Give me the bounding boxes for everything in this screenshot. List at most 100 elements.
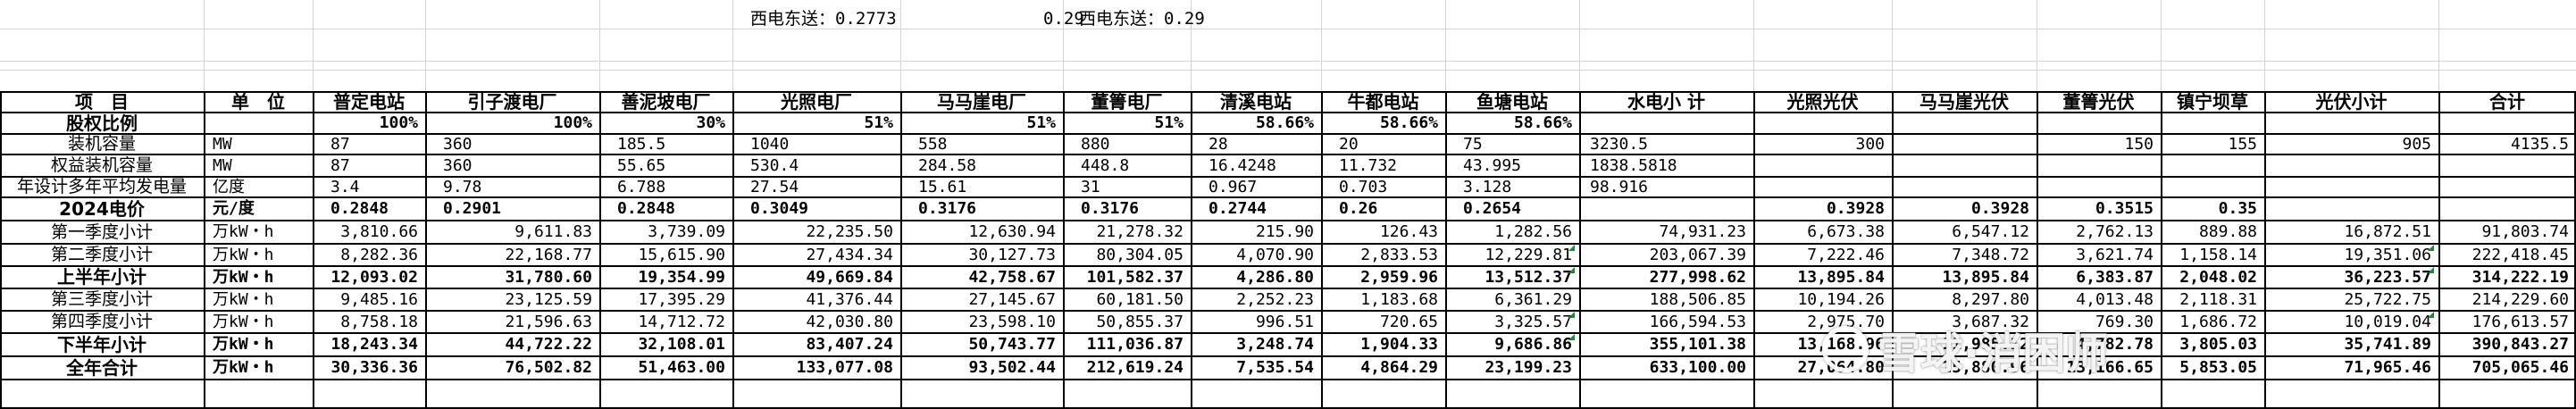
value-cell: 6,361.29 <box>1494 290 1572 309</box>
value-cell: 83,407.24 <box>806 335 893 354</box>
table-col-border <box>204 91 205 409</box>
value-cell: 530.4 <box>750 156 799 175</box>
value-cell: 11.732 <box>1339 156 1398 175</box>
value-cell <box>2162 154 2257 177</box>
value-cell: 3,739.09 <box>648 222 725 241</box>
row-label: 下半年小计 <box>57 334 146 355</box>
value-cell <box>2266 197 2431 221</box>
value-cell <box>2266 177 2431 197</box>
value-cell: 633,100.00 <box>1649 358 1746 377</box>
value-cell: 300 <box>1855 135 1885 154</box>
value-cell: 0.2744 <box>1209 199 1267 218</box>
value-cell: 2,975.70 <box>1807 313 1885 331</box>
value-cell: 50,743.77 <box>968 335 1056 354</box>
value-cell: 188,506.85 <box>1649 290 1746 309</box>
value-cell <box>2162 113 2257 134</box>
row-label: 第一季度小计 <box>50 222 153 242</box>
value-cell: 222,418.45 <box>2471 246 2569 264</box>
value-cell: 13,895.84 <box>1797 268 1885 287</box>
value-cell: 111,036.87 <box>1086 335 1183 354</box>
value-cell: 100% <box>553 113 592 132</box>
value-cell: 60,181.50 <box>1096 290 1183 309</box>
value-cell: 133,077.08 <box>796 358 893 377</box>
value-cell <box>2440 154 2569 177</box>
value-cell: 98.916 <box>1590 178 1649 196</box>
header-cell: 普定电站 <box>333 91 405 113</box>
value-cell: 30,127.73 <box>968 246 1056 264</box>
value-cell: 22,235.50 <box>806 222 893 241</box>
value-cell: 21,596.63 <box>505 313 592 331</box>
value-cell: 27,145.67 <box>968 290 1056 309</box>
header-cell: 牛都电站 <box>1347 91 1419 113</box>
header-cell: 引子渡电厂 <box>467 91 557 113</box>
value-cell: 50,855.37 <box>1096 313 1183 331</box>
row-label: 年设计多年平均发电量 <box>16 177 187 196</box>
value-cell: 10,019.04 <box>2344 313 2431 331</box>
value-cell: 9.78 <box>443 178 482 196</box>
value-cell: 18,243.34 <box>330 335 418 354</box>
header-cell: 马马崖光伏 <box>1919 91 2009 113</box>
value-cell <box>1894 177 2029 197</box>
value-cell <box>2266 154 2431 177</box>
value-cell: 360 <box>443 156 473 175</box>
value-cell: 4135.5 <box>2510 135 2569 154</box>
value-cell: 284.58 <box>918 156 977 175</box>
value-cell: 25,880.96 <box>1942 358 2029 377</box>
header-cell: 镇宁坝草 <box>2177 91 2248 113</box>
value-cell: 36,223.57 <box>2344 268 2431 287</box>
value-cell: 3.4 <box>330 178 360 196</box>
value-cell: 23,125.59 <box>505 290 592 309</box>
value-cell: 905 <box>2402 135 2431 154</box>
value-cell: 101,582.37 <box>1086 268 1183 287</box>
header-cell: 清溪电站 <box>1220 91 1292 113</box>
value-cell: 0.3049 <box>750 199 809 218</box>
value-cell: 1,282.56 <box>1494 222 1572 241</box>
value-cell: 21,278.32 <box>1096 222 1183 241</box>
unit-cell: 万kW・h <box>213 358 274 377</box>
value-cell: 19,351.06 <box>2344 246 2431 264</box>
value-cell: 10,194.26 <box>1797 290 1885 309</box>
header-cell: 光伏小计 <box>2315 91 2388 113</box>
value-cell <box>1581 113 1746 134</box>
cell-indicator-icon <box>1568 267 1575 273</box>
value-cell <box>1755 113 1885 134</box>
value-cell: 0.35 <box>2218 199 2257 218</box>
value-cell: 6,383.87 <box>2076 268 2154 287</box>
value-cell: 355,101.38 <box>1649 335 1746 354</box>
value-cell: 3,810.66 <box>340 222 418 241</box>
row-label: 第三季度小计 <box>50 289 153 309</box>
value-cell: 2,959.96 <box>1360 268 1438 287</box>
value-cell: 91,803.74 <box>2481 222 2569 241</box>
value-cell: 0.3176 <box>918 199 977 218</box>
value-cell: 390,843.27 <box>2471 335 2569 354</box>
value-cell: 16,872.51 <box>2344 222 2431 241</box>
value-cell: 12,229.81 <box>1485 246 1572 264</box>
value-cell: 7,535.54 <box>1236 358 1314 377</box>
value-cell: 9,611.83 <box>514 222 592 241</box>
value-cell: 44,722.22 <box>505 335 592 354</box>
value-cell: 30% <box>696 113 725 132</box>
row-label: 装机容量 <box>67 134 136 154</box>
value-cell: 74,931.23 <box>1659 222 1746 241</box>
value-cell: 13,168.96 <box>1797 335 1885 354</box>
value-cell: 215.90 <box>1255 222 1314 241</box>
unit-cell: 万kW・h <box>213 246 274 264</box>
cell-indicator-icon <box>2428 267 2434 273</box>
value-cell: 15.61 <box>918 178 967 196</box>
value-cell: 6.788 <box>617 178 666 196</box>
value-cell: 19,354.99 <box>638 268 725 287</box>
header-cell: 合计 <box>2489 91 2525 113</box>
value-cell: 880 <box>1081 135 1110 154</box>
header-cell: 鱼塘电站 <box>1476 91 1548 113</box>
header-cell: 项 目 <box>75 91 129 113</box>
value-cell: 0.26 <box>1339 199 1378 218</box>
value-cell: 4,782.78 <box>2076 335 2154 354</box>
value-cell: 0.2901 <box>443 199 502 218</box>
value-cell: 705,065.46 <box>2471 358 2569 377</box>
value-cell: 11,985.12 <box>1942 335 2029 354</box>
value-cell: 3,621.74 <box>2076 246 2154 264</box>
value-cell: 80,304.05 <box>1096 246 1183 264</box>
unit-cell: 万kW・h <box>213 222 274 241</box>
header-cell: 善泥坡电厂 <box>621 91 711 113</box>
value-cell: 13,166.65 <box>2066 358 2154 377</box>
